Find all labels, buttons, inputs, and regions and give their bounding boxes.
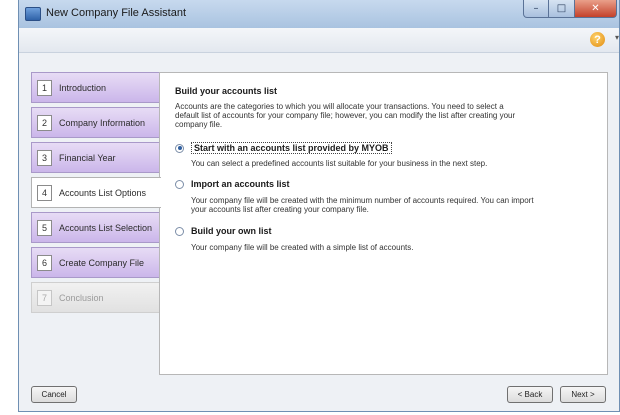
help-dropdown-arrow-icon[interactable]: ▾ — [615, 33, 619, 42]
step-number: 4 — [37, 184, 52, 201]
option-label[interactable]: Build your own list — [191, 226, 272, 236]
title-bar[interactable]: New Company File Assistant – □ ✕ — [19, 0, 619, 29]
step-label: Financial Year — [59, 152, 116, 163]
step-label: Accounts List Selection — [59, 222, 153, 233]
step-list: 1 Introduction 2 Company Information 3 F… — [31, 72, 161, 317]
option-label[interactable]: Import an accounts list — [191, 179, 290, 189]
option-description: You can select a predefined accounts lis… — [191, 159, 488, 168]
step-number: 1 — [37, 79, 52, 96]
option-label[interactable]: Start with an accounts list provided by … — [191, 142, 392, 154]
step-introduction[interactable]: 1 Introduction — [31, 72, 159, 103]
back-button[interactable]: < Back — [507, 386, 553, 403]
step-label: Conclusion — [59, 292, 104, 303]
step-accounts-list-options[interactable]: 4 Accounts List Options — [31, 177, 161, 208]
help-icon[interactable]: ? — [590, 32, 605, 47]
option-own-list[interactable]: Build your own list — [175, 226, 272, 236]
option-import-list[interactable]: Import an accounts list — [175, 179, 290, 189]
step-number: 5 — [37, 219, 52, 236]
option-description: Your company file will be created with t… — [191, 196, 534, 214]
step-label: Accounts List Options — [59, 187, 147, 198]
radio-import-list[interactable] — [175, 179, 184, 189]
step-number: 3 — [37, 149, 52, 166]
section-title: Build your accounts list — [175, 86, 278, 96]
step-create-company-file[interactable]: 6 Create Company File — [31, 247, 159, 278]
step-number: 2 — [37, 114, 52, 131]
maximize-button[interactable]: □ — [549, 0, 575, 18]
minimize-button[interactable]: – — [523, 0, 549, 18]
step-label: Company Information — [59, 117, 146, 128]
content-panel: Build your accounts list Accounts are th… — [159, 72, 608, 375]
option-myob-list[interactable]: Start with an accounts list provided by … — [175, 142, 392, 154]
cancel-button[interactable]: Cancel — [31, 386, 77, 403]
window-controls: – □ ✕ — [523, 0, 617, 18]
radio-own-list[interactable] — [175, 226, 184, 236]
toolbar: ? ▾ — [19, 28, 619, 53]
close-button[interactable]: ✕ — [575, 0, 617, 18]
section-intro: Accounts are the categories to which you… — [175, 102, 516, 129]
step-company-information[interactable]: 2 Company Information — [31, 107, 159, 138]
step-conclusion: 7 Conclusion — [31, 282, 159, 313]
option-description: Your company file will be created with a… — [191, 243, 414, 252]
step-label: Create Company File — [59, 257, 145, 268]
step-accounts-list-selection[interactable]: 5 Accounts List Selection — [31, 212, 159, 243]
step-number: 7 — [37, 289, 52, 306]
app-icon — [25, 7, 41, 21]
wizard-window: New Company File Assistant – □ ✕ ? ▾ 1 I… — [18, 0, 620, 412]
step-number: 6 — [37, 254, 52, 271]
next-button[interactable]: Next > — [560, 386, 606, 403]
radio-myob-list[interactable] — [175, 143, 184, 153]
step-label: Introduction — [59, 82, 107, 93]
window-title: New Company File Assistant — [46, 7, 186, 19]
step-financial-year[interactable]: 3 Financial Year — [31, 142, 159, 173]
